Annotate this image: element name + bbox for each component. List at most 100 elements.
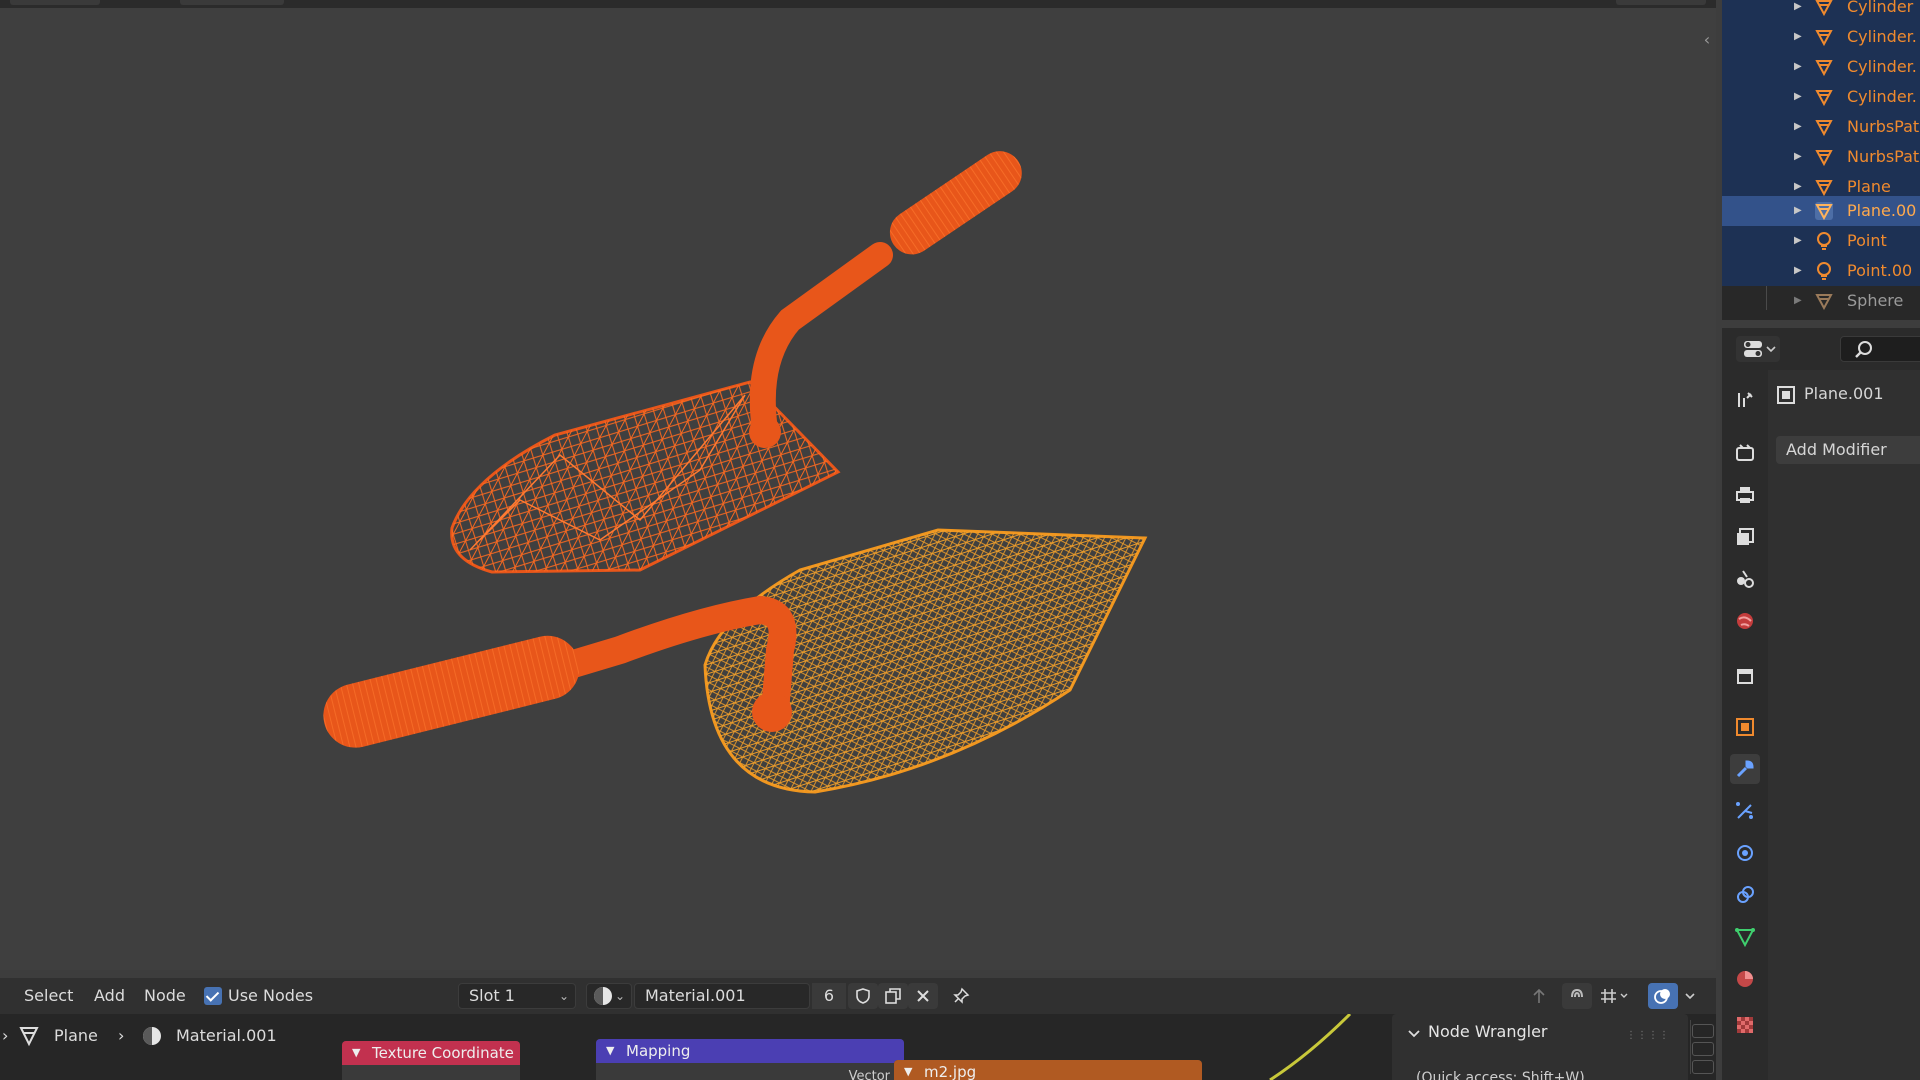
menu-node[interactable]: Node: [144, 978, 186, 1014]
grid-snap-icon: [1601, 989, 1628, 1003]
render-tab[interactable]: [1730, 438, 1760, 468]
user-count[interactable]: 6: [812, 983, 846, 1009]
expand-triangle-icon[interactable]: ▶: [1794, 82, 1802, 112]
collection-icon: [1737, 669, 1753, 684]
material-name-field[interactable]: Material.001: [634, 983, 810, 1009]
scene-icon: [1737, 570, 1754, 588]
expand-triangle-icon[interactable]: ▶: [1794, 52, 1802, 82]
drag-handle-icon[interactable]: ⋮⋮⋮⋮: [1626, 1030, 1670, 1041]
unlink-material-button[interactable]: [908, 983, 938, 1009]
outliner-item-label: Plane.00: [1847, 201, 1917, 220]
collection-tab[interactable]: [1730, 660, 1760, 690]
expand-triangle-icon[interactable]: ▶: [1794, 256, 1802, 286]
tool-tab[interactable]: [1730, 385, 1760, 415]
chevron-down-icon[interactable]: [1406, 1026, 1422, 1042]
node-title: m2.jpg: [924, 1063, 977, 1080]
slot-value: Slot 1: [469, 986, 515, 1005]
overlays-toggle[interactable]: [1648, 983, 1678, 1009]
modifier-tab[interactable]: [1730, 754, 1760, 784]
node-title: Mapping: [626, 1042, 691, 1060]
material-tab[interactable]: [1730, 964, 1760, 994]
outliner-item[interactable]: ▶ NurbsPat: [1722, 142, 1920, 172]
output-tab[interactable]: [1730, 480, 1760, 510]
node-header: ▼ m2.jpg: [894, 1060, 1202, 1080]
overlays-dropdown[interactable]: [1680, 983, 1702, 1009]
editor-type-button[interactable]: [1736, 336, 1780, 362]
outliner-item-label: NurbsPat: [1847, 117, 1920, 136]
outliner-item[interactable]: ▶ Cylinder: [1722, 0, 1920, 22]
fake-user-button[interactable]: [848, 983, 878, 1009]
chevron-left-icon[interactable]: ‹: [1700, 30, 1714, 50]
expand-triangle-icon[interactable]: ▶: [1794, 142, 1802, 172]
slot-dropdown[interactable]: Slot 1 ⌄: [458, 983, 576, 1009]
constraint-icon: [1737, 886, 1754, 903]
outliner[interactable]: ▶ Cylinder ▶ Cylinder. ▶ Cylinder. ▶ Cyl…: [1722, 0, 1920, 320]
material-browse-button[interactable]: ⌄: [586, 983, 632, 1009]
lower-trowel-mesh[interactable]: [317, 528, 1148, 794]
expand-triangle-icon[interactable]: ▶: [1794, 286, 1802, 316]
upper-trowel-mesh[interactable]: [450, 143, 1031, 574]
mesh-data-icon: [1735, 928, 1755, 947]
scene-tab[interactable]: [1730, 564, 1760, 594]
outliner-item[interactable]: ▶ Cylinder.: [1722, 22, 1920, 52]
object-tab[interactable]: [1730, 712, 1760, 742]
node-editor-header: Select Add Node Use Nodes Slot 1 ⌄ ⌄ Mat…: [0, 978, 1716, 1014]
menu-select[interactable]: Select: [24, 978, 73, 1014]
physics-tab[interactable]: [1730, 838, 1760, 868]
duplicate-material-button[interactable]: [878, 983, 908, 1009]
outliner-item[interactable]: ▶ NurbsPat: [1722, 112, 1920, 142]
object-icon: [1777, 385, 1795, 404]
chevron-right-icon: ›: [118, 1026, 125, 1045]
snap-mode-dropdown[interactable]: [1594, 983, 1636, 1009]
properties-header: [1722, 328, 1920, 370]
add-modifier-button[interactable]: Add Modifier: [1776, 436, 1920, 464]
parent-node-tree-button[interactable]: [1524, 983, 1554, 1009]
outliner-item[interactable]: ▶ Cylinder.: [1722, 82, 1920, 112]
properties-search-field[interactable]: [1840, 336, 1920, 362]
outliner-item[interactable]: ▶ Cylinder.: [1722, 52, 1920, 82]
mapping-node[interactable]: ▼ Mapping Vector: [596, 1039, 904, 1080]
chevron-down-icon: ⌄: [558, 989, 569, 1003]
expand-triangle-icon[interactable]: ▶: [1794, 22, 1802, 52]
3d-viewport[interactable]: ‹: [0, 0, 1716, 970]
snap-toggle[interactable]: [1562, 983, 1592, 1009]
object-name-label: Plane.001: [1804, 384, 1884, 403]
world-tab[interactable]: [1730, 606, 1760, 636]
panel-title[interactable]: Node Wrangler: [1428, 1022, 1548, 1041]
breadcrumb-object[interactable]: Plane: [54, 1024, 98, 1048]
pin-button[interactable]: [946, 983, 976, 1009]
physics-icon: [1737, 845, 1753, 861]
material-icon: [1737, 971, 1753, 987]
menu-add[interactable]: Add: [94, 978, 125, 1014]
expand-triangle-icon[interactable]: ▶: [1794, 196, 1802, 226]
outliner-item[interactable]: ▶ Sphere: [1722, 286, 1920, 316]
light-icon: [1817, 262, 1831, 280]
modifier-properties-panel: Plane.001 Add Modifier: [1768, 370, 1920, 1080]
sidebar-tab-strip[interactable]: [1690, 1020, 1714, 1074]
blender-window: ‹ ▶ Cylinder ▶ Cylinder. ▶ Cylinder. ▶ C…: [0, 0, 1920, 1080]
expand-triangle-icon[interactable]: ▶: [1794, 226, 1802, 256]
chevron-down-icon[interactable]: ▼: [904, 1060, 912, 1080]
outliner-item-active[interactable]: ▶ Plane.00: [1722, 196, 1920, 226]
data-tab[interactable]: [1730, 922, 1760, 952]
outliner-item[interactable]: ▶ Point.00: [1722, 256, 1920, 286]
vector-socket-label: Vector: [848, 1069, 890, 1080]
mesh-icon: [1815, 180, 1833, 196]
texture-coordinate-node[interactable]: ▼ Texture Coordinate: [342, 1041, 520, 1080]
material-name-value: Material.001: [645, 986, 746, 1005]
outliner-item[interactable]: ▶ Point: [1722, 226, 1920, 256]
chevron-down-icon[interactable]: ▼: [606, 1039, 614, 1063]
breadcrumb-material[interactable]: Material.001: [176, 1024, 277, 1048]
chevron-down-icon[interactable]: ▼: [352, 1041, 360, 1065]
use-nodes-checkbox[interactable]: [204, 987, 222, 1005]
particles-icon: [1736, 802, 1753, 819]
image-texture-node[interactable]: ▼ m2.jpg: [894, 1060, 1202, 1080]
particles-tab[interactable]: [1730, 796, 1760, 826]
constraints-tab[interactable]: [1730, 880, 1760, 910]
expand-triangle-icon[interactable]: ▶: [1794, 112, 1802, 142]
expand-triangle-icon[interactable]: ▶: [1794, 0, 1802, 22]
view-layer-tab[interactable]: [1730, 522, 1760, 552]
texture-tab[interactable]: [1730, 1010, 1760, 1040]
search-icon: [1855, 341, 1872, 358]
shield-icon: [856, 988, 870, 1004]
